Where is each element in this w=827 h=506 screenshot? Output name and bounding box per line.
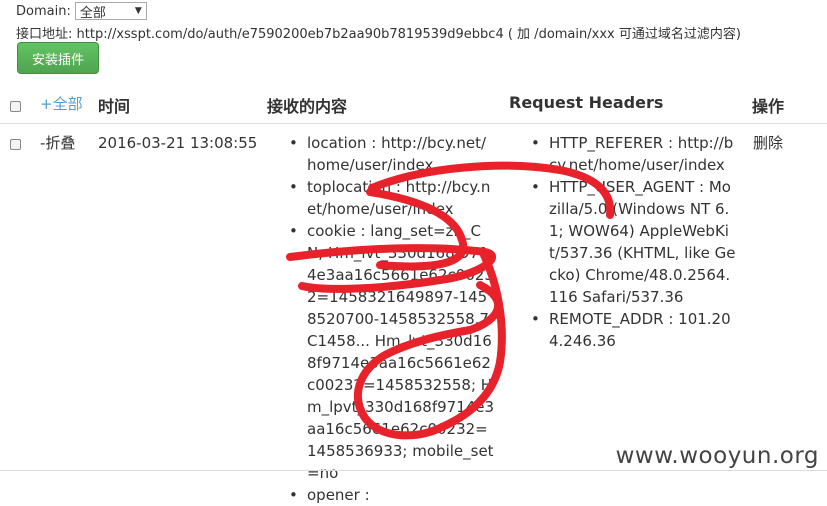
interface-address: 接口地址: http://xsspt.com/do/auth/e7590200e… bbox=[16, 27, 741, 42]
column-header-actions: 操作 bbox=[752, 97, 785, 116]
collapse-link[interactable]: -折叠 bbox=[40, 132, 75, 154]
column-header-time: 时间 bbox=[98, 97, 131, 116]
header-item: HTTP_REFERER : http://bcy.net/home/user/… bbox=[527, 132, 737, 176]
install-plugin-button[interactable]: 安装插件 bbox=[17, 42, 99, 74]
content-item: location : http://bcy.net/home/user/inde… bbox=[285, 132, 495, 176]
header-item: REMOTE_ADDR : 101.204.246.36 bbox=[527, 308, 737, 352]
content-item: opener : bbox=[285, 484, 495, 506]
select-all-checkbox[interactable] bbox=[10, 101, 21, 112]
watermark: www.wooyun.org bbox=[615, 443, 819, 469]
dropdown-arrow-icon: ▼ bbox=[134, 6, 142, 16]
domain-filter: Domain: 全部 ▼ bbox=[16, 1, 147, 21]
domain-selected-value: 全部 bbox=[79, 5, 106, 21]
column-header-request-headers: Request Headers bbox=[509, 93, 664, 112]
expand-all-link[interactable]: +全部 bbox=[40, 93, 83, 114]
domain-select[interactable]: 全部 ▼ bbox=[74, 2, 147, 21]
content-item: toplocation : http://bcy.net/home/user/i… bbox=[285, 176, 495, 220]
content-list: location : http://bcy.net/home/user/inde… bbox=[285, 132, 495, 506]
header-item: HTTP_USER_AGENT : Mozilla/5.0 (Windows N… bbox=[527, 176, 737, 308]
column-header-content: 接收的内容 bbox=[267, 97, 348, 116]
domain-label: Domain: bbox=[16, 3, 71, 19]
content-item: cookie : lang_set=zh_CN; Hm_lvt_330d168f… bbox=[285, 220, 495, 484]
row-divider bbox=[0, 470, 827, 471]
row-time: 2016-03-21 13:08:55 bbox=[98, 134, 258, 152]
request-headers-list: HTTP_REFERER : http://bcy.net/home/user/… bbox=[527, 132, 737, 352]
row-checkbox[interactable] bbox=[10, 139, 21, 150]
header-divider bbox=[0, 123, 827, 124]
delete-link[interactable]: 删除 bbox=[753, 132, 783, 154]
